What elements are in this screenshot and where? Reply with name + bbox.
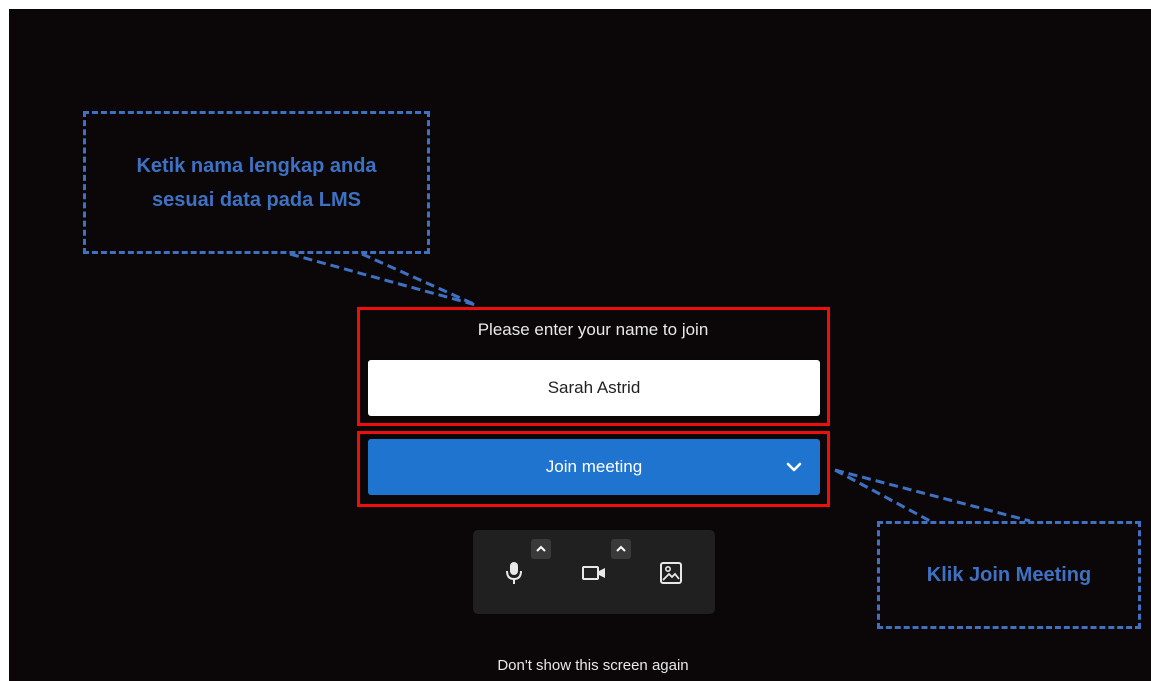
- name-instruction-callout: Ketik nama lengkap anda sesuai data pada…: [83, 111, 430, 254]
- name-highlight-box: [357, 307, 830, 426]
- microphone-icon[interactable]: [503, 560, 525, 591]
- microphone-options-caret-icon[interactable]: [531, 539, 551, 559]
- join-highlight-box: [357, 431, 830, 507]
- join-instruction-callout: Klik Join Meeting: [877, 521, 1141, 629]
- camera-options-caret-icon[interactable]: [611, 539, 631, 559]
- background-image-icon[interactable]: [659, 561, 683, 590]
- dont-show-again-link[interactable]: Don't show this screen again: [358, 657, 828, 674]
- device-toolbar: [473, 530, 715, 614]
- camera-icon[interactable]: [581, 564, 607, 587]
